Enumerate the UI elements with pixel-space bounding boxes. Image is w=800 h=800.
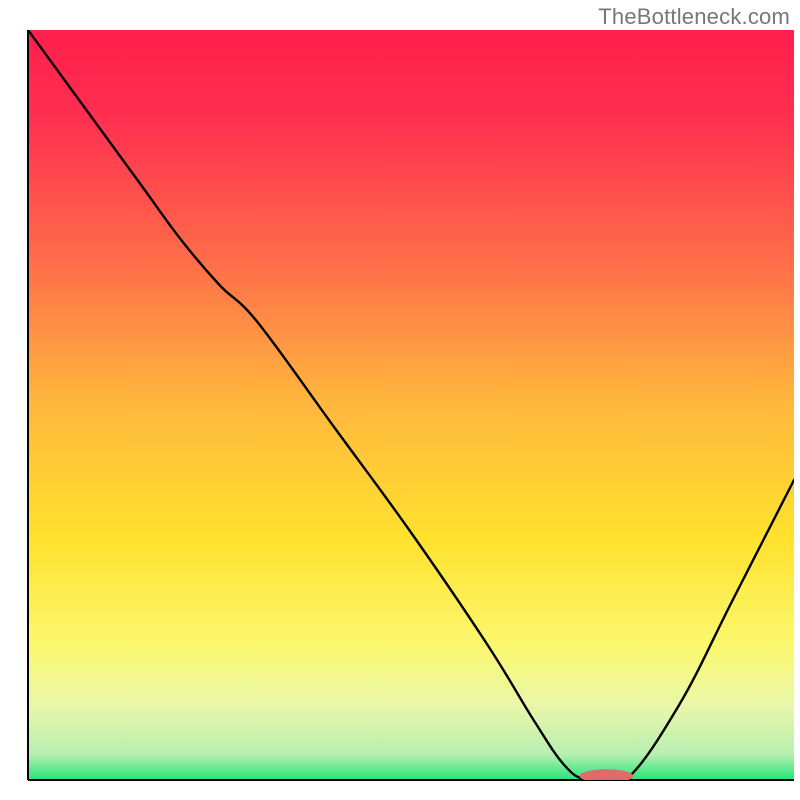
watermark-text: TheBottleneck.com xyxy=(598,4,790,30)
chart-frame: TheBottleneck.com xyxy=(0,0,800,800)
bottleneck-chart xyxy=(0,0,800,800)
plot-background xyxy=(28,30,794,780)
